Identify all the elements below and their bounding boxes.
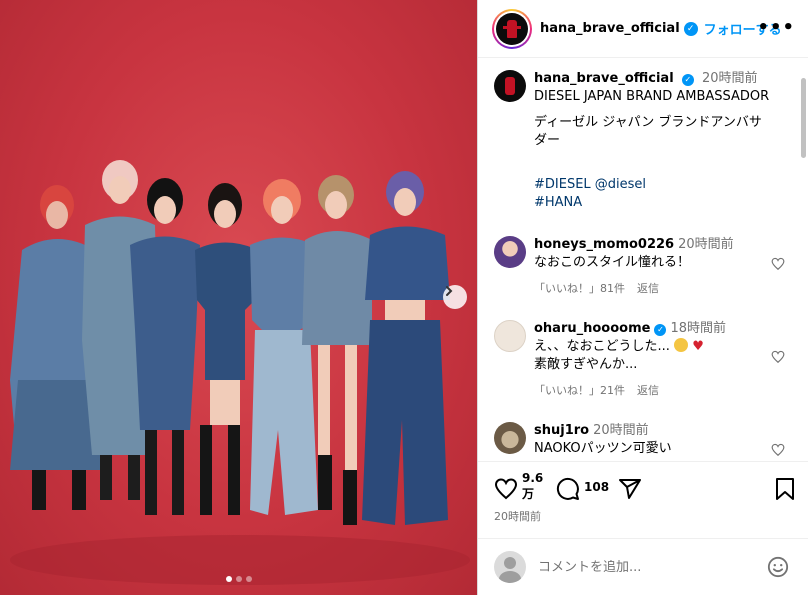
bookmark-icon[interactable] — [774, 477, 796, 501]
share-icon[interactable] — [618, 477, 642, 501]
heart-icon[interactable] — [771, 443, 785, 457]
comment: shuj1ro 20時間前 NAOKOパッツン可愛い — [494, 422, 672, 458]
carousel-dot — [225, 576, 232, 582]
comment-count[interactable]: 108 — [584, 480, 609, 494]
comment-composer — [478, 538, 808, 595]
post-sidebar: hana_brave_official ✓ フォローする ••• hana_br… — [477, 0, 808, 595]
carousel-indicator — [0, 576, 477, 582]
emoji-icon[interactable] — [767, 556, 789, 578]
comment-username[interactable]: honeys_momo0226 — [534, 237, 674, 252]
caption: hana_brave_official ✓ 20時間前 DIESEL JAPAN… — [494, 70, 804, 212]
caption-line: ダー — [534, 133, 561, 148]
chevron-right-icon — [446, 286, 453, 296]
comment-time: 18時間前 — [670, 321, 727, 336]
caption-line: DIESEL JAPAN BRAND AMBASSADOR — [534, 89, 770, 104]
post-time[interactable]: 20時間前 — [494, 508, 541, 524]
comment-text: なおこのスタイル憧れる！ — [534, 255, 691, 270]
avatar[interactable] — [494, 70, 526, 102]
heart-icon[interactable] — [771, 257, 785, 271]
comment: oharu_hoooome ✓ 18時間前 え、、なおこどうした... ♥ 素敵すぎ… — [494, 320, 726, 400]
comments-scroll-area[interactable]: hana_brave_official ✓ 20時間前 DIESEL JAPAN… — [478, 59, 808, 461]
avatar — [494, 551, 526, 583]
member-figure — [362, 171, 450, 525]
comment-input[interactable] — [538, 559, 758, 575]
group-photo-illustration — [10, 160, 470, 585]
like-count-number: 9.6 — [522, 471, 544, 485]
member-figure — [250, 179, 318, 515]
comment-text: 素敵すぎやんか... — [534, 357, 638, 372]
avatar[interactable] — [494, 236, 526, 268]
comment-username[interactable]: shuj1ro — [534, 423, 589, 438]
comment-likes[interactable]: 「いいね！」21件 — [534, 384, 625, 397]
reply-button[interactable]: 返信 — [637, 384, 659, 397]
caption-time: 20時間前 — [701, 71, 758, 86]
worried-emoji-icon — [674, 338, 689, 352]
scrollbar-thumb[interactable] — [801, 78, 806, 158]
brand-logo-icon — [496, 12, 528, 45]
avatar[interactable] — [492, 8, 532, 49]
comment-likes[interactable]: 「いいね！」81件 — [534, 282, 625, 295]
verified-badge-icon: ✓ — [654, 324, 667, 336]
comment-text: え、、なおこどうした... — [534, 339, 670, 354]
like-count-unit: 万 — [522, 487, 535, 501]
avatar[interactable] — [494, 320, 526, 352]
heart-icon[interactable] — [771, 350, 785, 364]
avatar[interactable] — [494, 422, 526, 454]
red-heart-icon: ♥ — [692, 339, 704, 354]
comment-icon[interactable] — [556, 477, 580, 501]
hashtag-link[interactable]: #DIESEL @diesel — [534, 176, 804, 194]
post-photo[interactable] — [0, 0, 477, 595]
verified-badge-icon: ✓ — [683, 21, 698, 36]
caption-line: ディーゼル ジャパン ブランドアンバサ — [534, 115, 762, 130]
heart-icon[interactable] — [494, 477, 518, 501]
hashtag-link[interactable]: #HANA — [534, 194, 804, 212]
carousel-dot — [235, 576, 242, 582]
like-count[interactable]: 9.6 万 — [522, 470, 543, 502]
post-username[interactable]: hana_brave_official — [540, 21, 680, 36]
reply-button[interactable]: 返信 — [637, 282, 659, 295]
comment-text: NAOKOパッツン可愛い — [534, 441, 672, 456]
comment-time: 20時間前 — [593, 423, 649, 438]
verified-badge-icon: ✓ — [681, 74, 694, 86]
more-icon[interactable]: ••• — [757, 17, 795, 38]
comment: honeys_momo0226 20時間前 なおこのスタイル憧れる！ 「いいね！」… — [494, 236, 734, 298]
comment-time: 20時間前 — [678, 237, 734, 252]
member-figure — [195, 183, 258, 515]
caption-username[interactable]: hana_brave_official — [534, 71, 674, 86]
carousel-dot — [245, 576, 252, 582]
comment-username[interactable]: oharu_hoooome — [534, 321, 650, 336]
next-photo-button[interactable] — [443, 285, 467, 309]
post-header: hana_brave_official ✓ フォローする ••• — [478, 0, 808, 58]
